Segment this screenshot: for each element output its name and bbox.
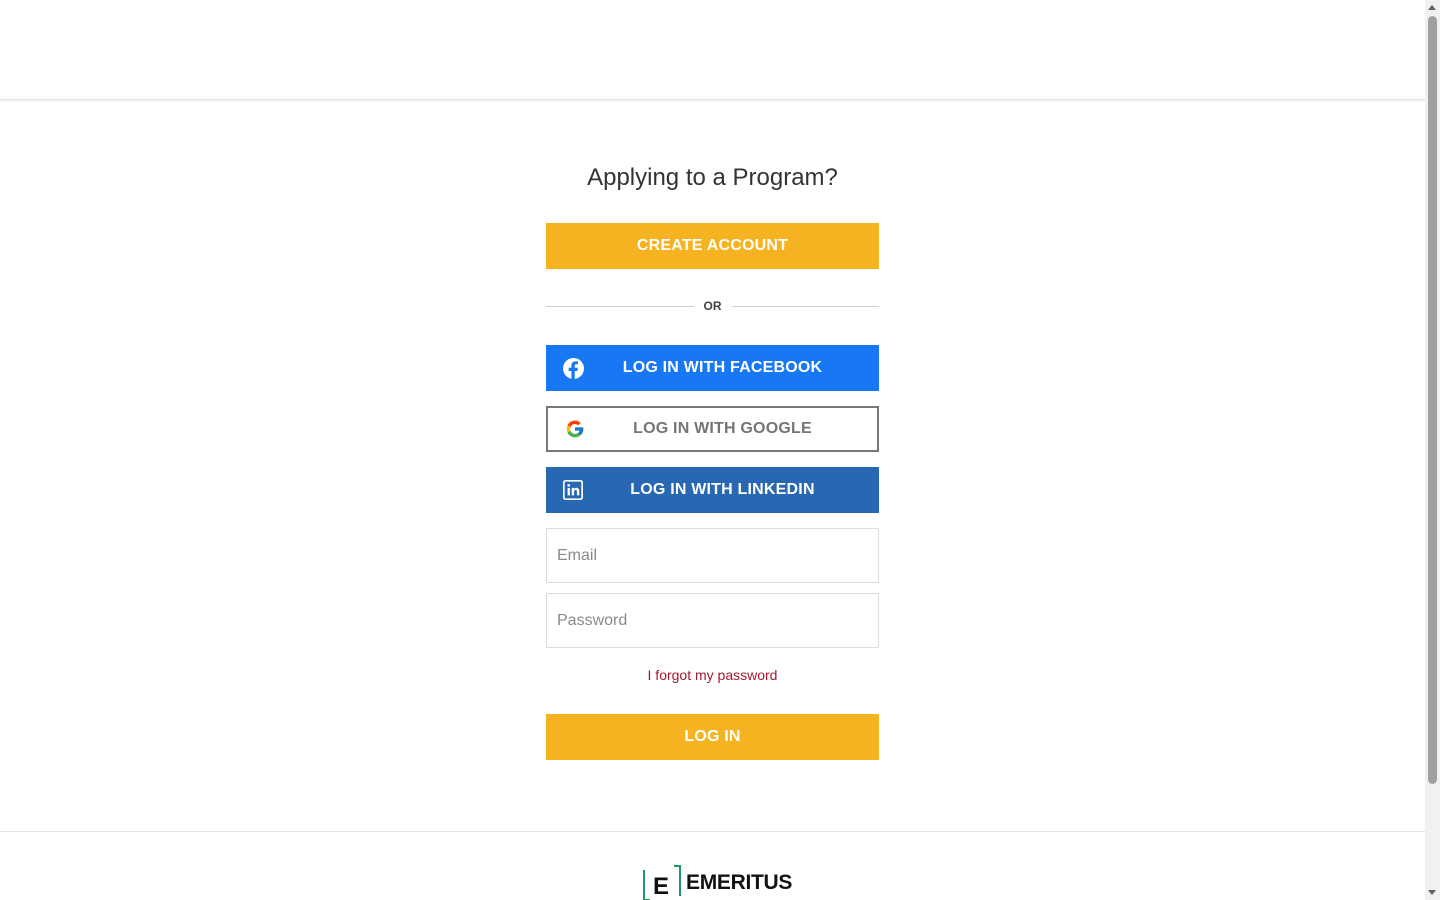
linkedin-login-label: LOG IN WITH LINKEDIN [630,481,815,498]
facebook-login-label: LOG IN WITH FACEBOOK [622,359,823,376]
create-account-button[interactable]: CREATE ACCOUNT [546,223,879,269]
page: Applying to a Program? CREATE ACCOUNT OR… [0,0,1425,900]
logo-letter: E [653,873,669,900]
password-input[interactable] [546,593,879,648]
login-panel: Applying to a Program? CREATE ACCOUNT OR… [546,150,879,760]
logo-wordmark: EMERITUS [686,871,793,894]
facebook-login-button[interactable]: LOG IN WITH FACEBOOK [546,345,879,391]
divider-line-left [546,305,694,307]
scroll-up-arrow-icon[interactable] [1428,5,1436,10]
or-text: OR [703,299,722,313]
linkedin-login-button[interactable]: LOG IN WITH LINKEDIN [546,467,879,513]
forgot-password-link[interactable]: I forgot my password [546,667,879,683]
login-button[interactable]: LOG IN [546,714,879,760]
email-input[interactable] [546,528,879,583]
top-header [0,0,1425,100]
google-icon [564,418,586,440]
emeritus-logo: E EMERITUS [642,864,792,900]
page-title: Applying to a Program? [587,164,838,191]
google-login-label: LOG IN WITH GOOGLE [633,420,812,437]
linkedin-icon [562,479,584,501]
emeritus-logo-mark-icon: E [643,865,681,900]
footer: E EMERITUS [0,831,1425,900]
or-divider: OR [546,299,879,313]
scroll-down-arrow-icon[interactable] [1428,890,1436,895]
scrollbar-thumb[interactable] [1428,16,1437,784]
google-login-button[interactable]: LOG IN WITH GOOGLE [546,406,879,452]
facebook-icon [562,357,584,379]
divider-line-right [731,305,879,307]
vertical-scrollbar[interactable] [1425,0,1440,900]
